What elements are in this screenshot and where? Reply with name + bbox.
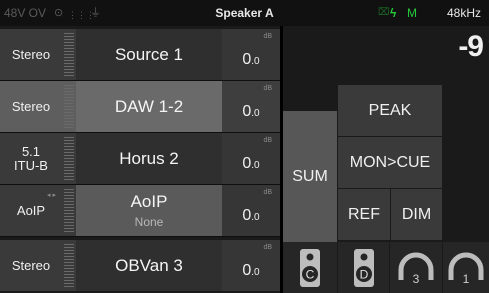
gain-fraction: .0 (251, 266, 260, 278)
speaker-c-button[interactable]: C (283, 242, 337, 293)
master-volume[interactable]: -9dB.5 (458, 30, 489, 64)
gain-unit: dB (263, 33, 272, 40)
source-row[interactable]: ◂ ▸ AoIP AoIP None dB 0.0 (0, 185, 280, 236)
source-format: Stereo (0, 240, 62, 291)
source-row[interactable]: 5.1 ITU-B Horus 2 dB 0.0 (0, 133, 280, 184)
level-fader-icon (62, 29, 76, 80)
gain-value: 0 (242, 50, 252, 68)
level-fader-icon (62, 240, 76, 291)
svg-text:C: C (306, 267, 315, 281)
source-name-button[interactable]: AoIP None (76, 185, 222, 236)
source-format: ◂ ▸ AoIP (0, 185, 62, 236)
gain-unit: dB (263, 244, 272, 251)
row-separator (0, 236, 280, 237)
source-gain[interactable]: dB 0.0 (222, 29, 280, 80)
monitor-controller-screen: 48V OV ⊙ ⋮⋮⋮ ⏚ Speaker A ⌧ ϟ M 48kHz Ste… (0, 0, 489, 293)
source-name: OBVan 3 (115, 255, 183, 275)
gain-fraction: .0 (251, 211, 260, 223)
source-name-button[interactable]: OBVan 3 (76, 240, 222, 291)
gain-value: 0 (242, 206, 252, 224)
speaker-icon: D (353, 248, 374, 287)
peak-button[interactable]: PEAK (338, 85, 442, 136)
headphone-icon: 1 (448, 252, 484, 286)
source-name: DAW 1-2 (114, 96, 184, 116)
ref-button[interactable]: REF (338, 189, 390, 240)
source-name: AoIP (130, 192, 168, 211)
sample-rate: 48kHz (447, 6, 482, 20)
source-name: Horus 2 (119, 148, 179, 168)
level-fader-icon (62, 185, 76, 236)
gain-unit: dB (263, 85, 272, 92)
source-name: Source 1 (114, 44, 184, 64)
source-gain[interactable]: dB 0.0 (222, 133, 280, 184)
source-name-button[interactable]: DAW 1-2 (76, 81, 222, 132)
source-gain[interactable]: dB 0.0 (222, 240, 280, 291)
mon-cue-button[interactable]: MON>CUE (338, 137, 442, 188)
gain-value: 0 (242, 261, 252, 279)
dim-button[interactable]: DIM (391, 189, 442, 240)
sum-button[interactable]: SUM (283, 111, 337, 243)
source-subtitle: None (134, 215, 164, 229)
gain-fraction: .0 (251, 159, 260, 171)
gain-unit: dB (263, 137, 272, 144)
svg-text:D: D (359, 267, 368, 281)
gain-value: 0 (242, 102, 252, 120)
svg-text:1: 1 (463, 272, 470, 286)
plug-icon: ⌧ (378, 7, 390, 18)
mode-indicator: M (407, 6, 417, 20)
headphone-1-button[interactable]: 1 (443, 242, 489, 293)
source-row-selected[interactable]: Stereo DAW 1-2 dB 0.0 (0, 81, 280, 132)
volume-value: -9 (458, 30, 484, 63)
level-fader-icon (62, 133, 76, 184)
headphone-3-button[interactable]: 3 (390, 242, 442, 293)
svg-text:3: 3 (413, 272, 420, 286)
source-row[interactable]: Stereo OBVan 3 dB 0.0 (0, 240, 280, 291)
power-icon: ϟ (390, 6, 397, 20)
source-name-button[interactable]: Horus 2 (76, 133, 222, 184)
gain-fraction: .0 (251, 107, 260, 119)
source-gain[interactable]: dB 0.0 (222, 185, 280, 236)
speaker-d-button[interactable]: D (338, 242, 389, 293)
gain-value: 0 (242, 154, 252, 172)
headphone-icon: 3 (398, 252, 434, 286)
source-gain[interactable]: dB 0.0 (222, 81, 280, 132)
chevron-left-right-icon[interactable]: ◂ ▸ (47, 189, 56, 203)
source-name-button[interactable]: Source 1 (76, 29, 222, 80)
source-row[interactable]: Stereo Source 1 dB 0.0 (0, 29, 280, 80)
gain-fraction: .0 (251, 55, 260, 67)
source-format: 5.1 ITU-B (0, 133, 62, 184)
speaker-icon: C (300, 248, 320, 287)
source-format: Stereo (0, 29, 62, 80)
level-fader-icon (62, 81, 76, 132)
gain-unit: dB (263, 189, 272, 196)
source-format: Stereo (0, 81, 62, 132)
status-bar: 48V OV ⊙ ⋮⋮⋮ ⏚ Speaker A ⌧ ϟ M 48kHz (0, 0, 489, 26)
